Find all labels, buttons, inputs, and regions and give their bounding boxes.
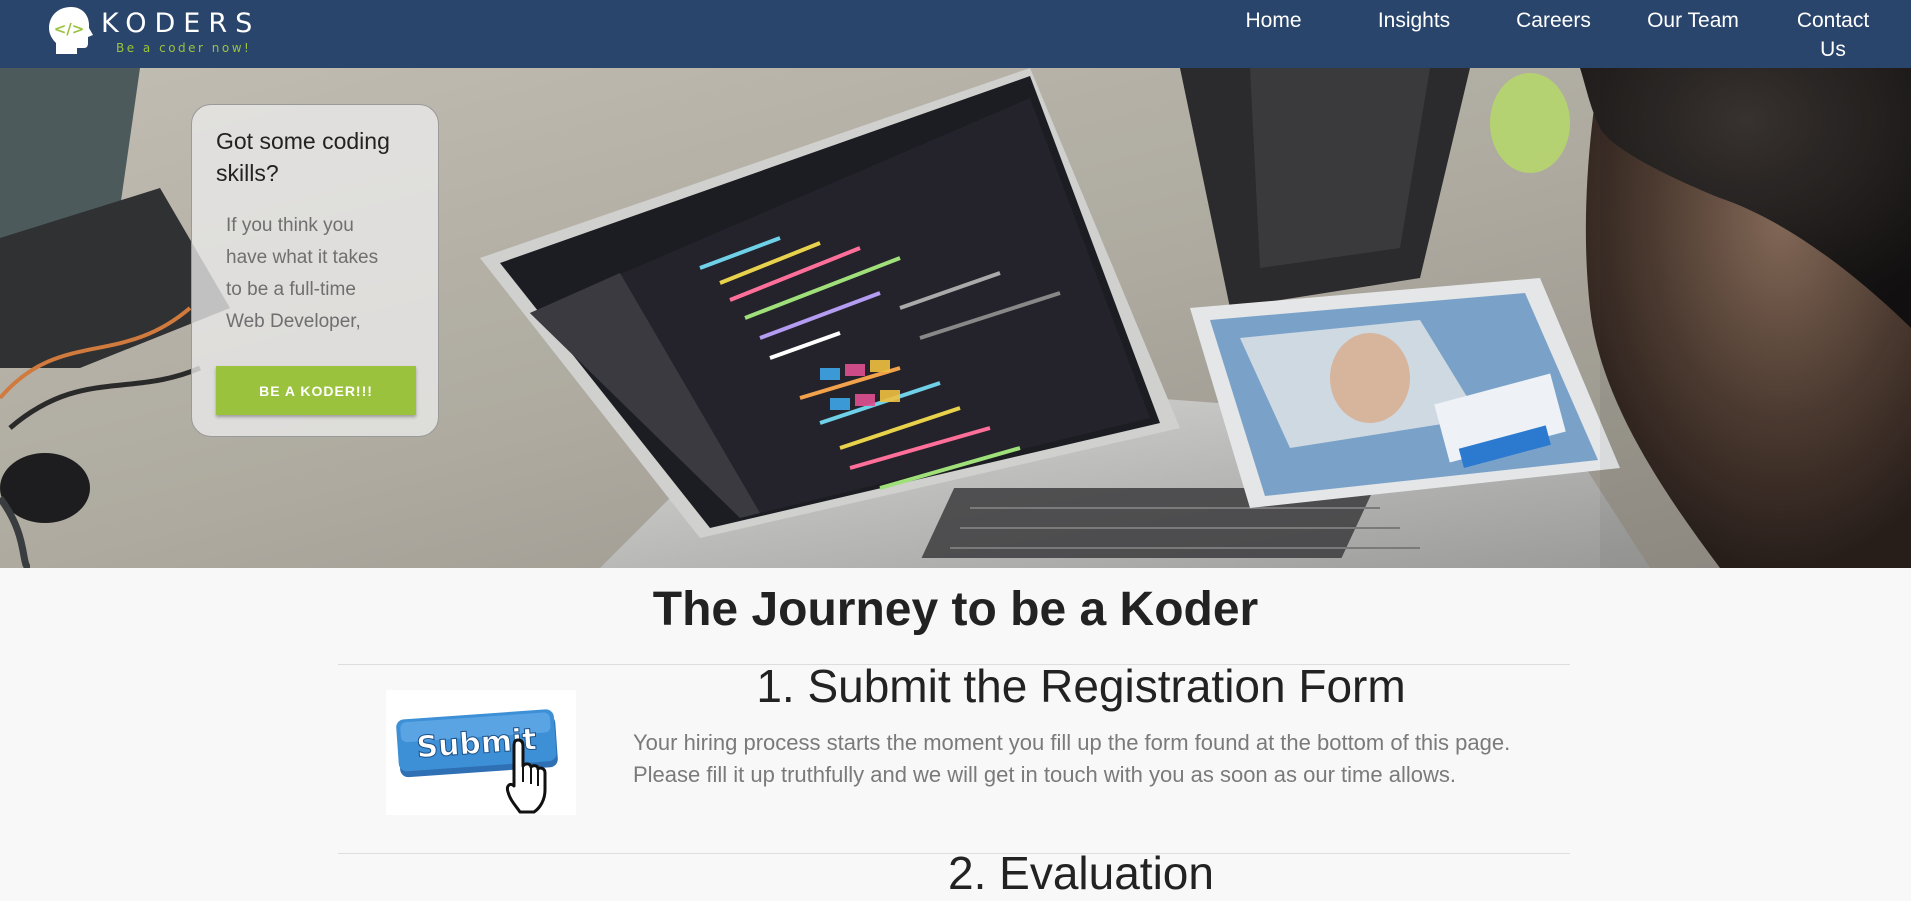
journey-heading: The Journey to be a Koder <box>652 583 1259 636</box>
nav-contact-us-link[interactable]: Contact Us <box>1785 6 1881 64</box>
submit-illustration: Submit <box>386 690 576 815</box>
step-2-title: 2. Evaluation <box>948 847 1214 899</box>
nav-our-team-link[interactable]: Our Team <box>1637 6 1749 35</box>
step-1-title: 1. Submit the Registration Form <box>756 660 1406 712</box>
be-a-koder-button[interactable]: BE A KODER!!! <box>216 366 416 415</box>
top-navbar: </> KODERS Be a coder now! Home Insights… <box>0 0 1911 68</box>
promo-text: If you think you have what it takes to b… <box>226 215 379 332</box>
nav-careers-link[interactable]: Careers <box>1507 6 1600 35</box>
code-head-icon: </> <box>49 7 93 54</box>
brand-name: KODERS <box>101 8 261 39</box>
nav-home-link[interactable]: Home <box>1232 6 1315 35</box>
step-1-description: Your hiring process starts the moment yo… <box>633 730 1511 787</box>
svg-text:</>: </> <box>54 20 85 38</box>
hero-banner: Got some coding skills? If you think you… <box>0 68 1911 568</box>
promo-title: Got some coding skills? <box>216 128 390 186</box>
brand-tagline: Be a coder now! <box>116 41 252 55</box>
promo-card: Got some coding skills? If you think you… <box>191 104 439 437</box>
nav-insights-link[interactable]: Insights <box>1366 6 1462 35</box>
submit-button-image: Submit <box>396 709 558 814</box>
